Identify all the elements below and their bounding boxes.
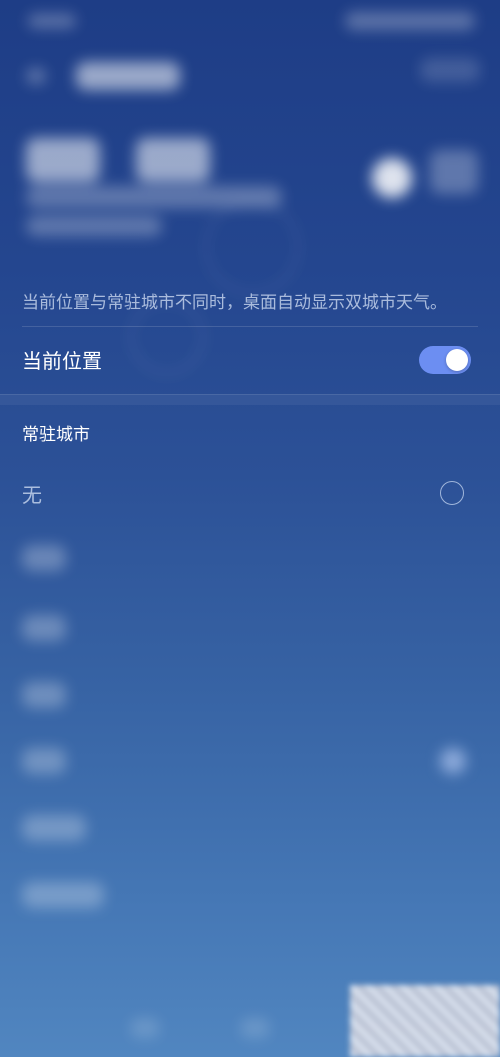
- dual-city-tip-text: 当前位置与常驻城市不同时，桌面自动显示双城市天气。: [22, 293, 447, 313]
- resident-city-header: 常驻城市: [22, 425, 90, 445]
- current-location-row[interactable]: 当前位置: [0, 330, 500, 390]
- resident-city-option-label: 无: [22, 483, 42, 507]
- radio-unselected-icon[interactable]: [440, 481, 464, 505]
- watermark-blur: [350, 985, 500, 1057]
- current-location-label: 当前位置: [22, 349, 102, 373]
- blurred-background-content: [0, 0, 500, 1057]
- resident-city-option-none[interactable]: 无: [0, 470, 500, 520]
- divider: [22, 326, 478, 327]
- current-location-toggle[interactable]: [419, 346, 471, 374]
- section-divider: [0, 394, 500, 405]
- toggle-knob: [446, 349, 468, 371]
